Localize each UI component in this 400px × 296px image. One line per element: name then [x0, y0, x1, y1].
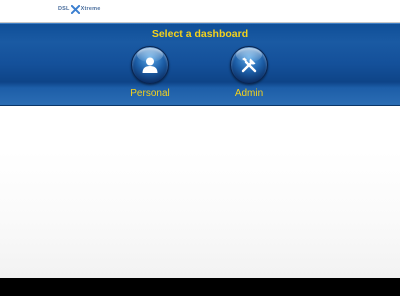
- logo-text-right: Xtreme: [80, 6, 101, 12]
- admin-dashboard-button[interactable]: Admin: [209, 44, 289, 102]
- logo-x-icon: [70, 4, 80, 14]
- logo-text-left: DSL: [58, 6, 70, 12]
- admin-dashboard-icon-circle[interactable]: [230, 46, 268, 84]
- tools-icon: [241, 57, 257, 73]
- dashboard-selector-banner: Select a dashboard Personal Admin: [0, 23, 400, 106]
- app-page: DSL Xtreme Select a dashboard Personal A…: [0, 0, 400, 296]
- brand-logo[interactable]: DSL Xtreme: [58, 3, 100, 15]
- person-icon: [142, 57, 158, 73]
- personal-dashboard-label[interactable]: Personal: [110, 88, 190, 99]
- admin-dashboard-label[interactable]: Admin: [209, 88, 289, 99]
- personal-dashboard-button[interactable]: Personal: [110, 44, 190, 102]
- top-bar: DSL Xtreme: [0, 0, 400, 23]
- bottom-bar: [0, 278, 400, 296]
- banner-title: Select a dashboard: [151, 28, 249, 40]
- personal-dashboard-icon-circle[interactable]: [131, 46, 169, 84]
